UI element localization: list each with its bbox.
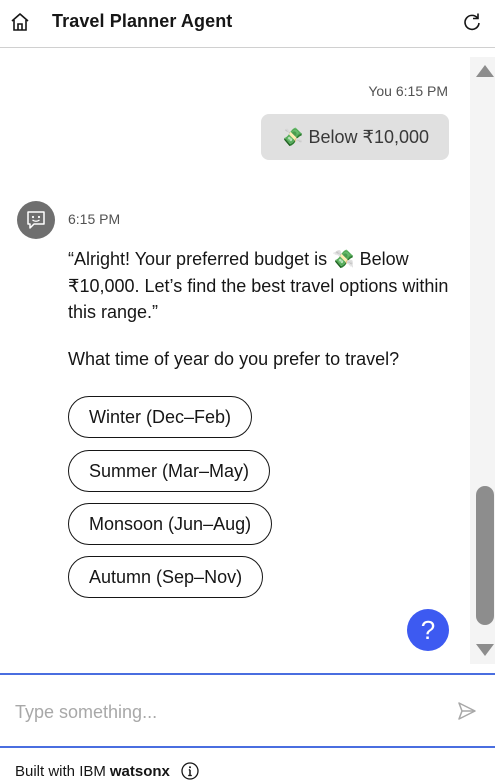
footer: Built with IBM watsonx <box>15 762 199 780</box>
scroll-down-arrow-icon[interactable] <box>476 644 494 656</box>
help-button[interactable]: ? <box>407 609 449 651</box>
send-icon <box>458 702 476 720</box>
home-button[interactable] <box>9 11 31 33</box>
header: Travel Planner Agent <box>0 0 495 48</box>
footer-brand: watsonx <box>109 762 170 780</box>
restart-icon <box>464 13 480 31</box>
bot-message-text: “Alright! Your preferred budget is 💸 Bel… <box>68 249 449 322</box>
option-autumn-button[interactable]: Autumn (Sep–Nov) <box>68 556 264 598</box>
bot-time: 6:15 PM <box>68 211 121 227</box>
info-icon <box>181 762 199 780</box>
user-message-bubble: 💸 Below ₹10,000 <box>261 114 449 160</box>
option-monsoon-button[interactable]: Monsoon (Jun–Aug) <box>68 503 273 545</box>
chatbot-icon <box>27 211 45 229</box>
option-winter-button[interactable]: Winter (Dec–Feb) <box>68 396 253 438</box>
send-button[interactable] <box>456 700 478 722</box>
info-button[interactable] <box>181 762 199 780</box>
home-icon <box>11 13 29 31</box>
footer-prefix: Built with IBM <box>15 762 106 780</box>
user-message-meta: You 6:15 PM <box>368 83 448 99</box>
user-time: 6:15 PM <box>395 83 448 99</box>
scroll-thumb[interactable] <box>476 486 494 625</box>
option-summer-button[interactable]: Summer (Mar–May) <box>68 450 271 492</box>
scroll-up-arrow-icon[interactable] <box>476 65 494 77</box>
message-composer <box>0 673 495 748</box>
bot-avatar <box>17 201 55 239</box>
restart-button[interactable] <box>461 11 483 33</box>
message-input[interactable] <box>15 697 435 727</box>
page-title: Travel Planner Agent <box>52 11 233 31</box>
user-sender: You <box>368 83 392 99</box>
message-list: You 6:15 PM 💸 Below ₹10,000 6:15 PM “Alr… <box>0 49 470 672</box>
bot-question: What time of year do you prefer to trave… <box>68 349 400 369</box>
scrollbar[interactable] <box>470 57 495 664</box>
